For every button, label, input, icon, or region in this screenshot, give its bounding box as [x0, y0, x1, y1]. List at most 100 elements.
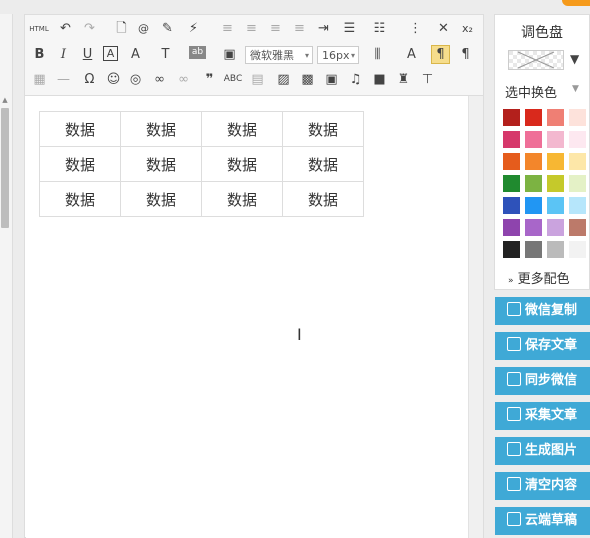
color-swatch[interactable] [503, 175, 520, 192]
underline-icon[interactable]: U [79, 46, 96, 63]
more-colors-link[interactable]: » 更多配色 [508, 268, 570, 287]
color-swatch[interactable] [503, 197, 520, 214]
indent-icon[interactable]: ⇥ [315, 20, 332, 37]
subscript-icon[interactable]: x₂ [459, 20, 476, 37]
color-swatch[interactable] [547, 219, 564, 236]
action-button[interactable]: 采集文章 [495, 402, 590, 430]
table-icon[interactable]: ▦ [31, 71, 48, 88]
color-swatch[interactable] [525, 109, 542, 126]
action-button[interactable]: 生成图片 [495, 437, 590, 465]
gallery-icon[interactable]: ▣ [323, 71, 340, 88]
stamp-icon[interactable]: ♜ [395, 71, 412, 88]
multi-image-icon[interactable]: ▩ [299, 71, 316, 88]
table-cell[interactable]: 数据 [201, 111, 283, 147]
color-swatch[interactable] [569, 153, 586, 170]
template-icon[interactable]: ▤ [249, 71, 266, 88]
align-left-icon[interactable]: ≡ [219, 20, 236, 37]
color-swatch[interactable] [503, 219, 520, 236]
swap-color-dropdown-icon[interactable]: ▼ [572, 84, 579, 94]
table-cell[interactable]: 数据 [120, 181, 202, 217]
color-swatch[interactable] [547, 197, 564, 214]
list-icon[interactable]: ⋮ [407, 20, 424, 37]
color-swatch[interactable] [503, 153, 520, 170]
action-button[interactable]: 保存文章 [495, 332, 590, 360]
color-swatch[interactable] [503, 109, 520, 126]
bold-icon[interactable]: B [31, 46, 48, 63]
color-swatch[interactable] [547, 109, 564, 126]
action-button[interactable]: 清空内容 [495, 472, 590, 500]
border-text-icon[interactable]: A [103, 46, 118, 61]
color-swatch[interactable] [547, 131, 564, 148]
highlight-icon[interactable]: ab [189, 46, 206, 59]
clear-format-icon[interactable]: ✕ [435, 20, 452, 37]
color-swatch[interactable] [569, 109, 586, 126]
unlink-icon[interactable]: ∞ [175, 71, 192, 88]
color-swatch[interactable] [525, 219, 542, 236]
html-source-button[interactable]: HTML [29, 21, 49, 38]
magic-wand-icon[interactable]: ⚡ [185, 20, 202, 37]
action-button[interactable]: 云端草稿 [495, 507, 590, 535]
editor-content-area[interactable]: 数据 数据 数据 数据 数据 数据 数据 数据 数据 数据 数据 数据 [26, 96, 468, 538]
color-swatch[interactable] [569, 131, 586, 148]
table-cell[interactable]: 数据 [120, 146, 202, 182]
color-swatch[interactable] [569, 219, 586, 236]
align-center-icon[interactable]: ≡ [243, 20, 260, 37]
color-swatch[interactable] [525, 197, 542, 214]
quote-icon[interactable]: ❞ [201, 71, 218, 88]
color-swatch[interactable] [569, 241, 586, 258]
action-button[interactable]: 微信复制 [495, 297, 590, 325]
text-transform-icon[interactable]: T [157, 46, 174, 63]
video-icon[interactable]: ■ [371, 71, 388, 88]
table-cell[interactable]: 数据 [39, 181, 121, 217]
table-cell[interactable]: 数据 [282, 181, 364, 217]
left-scroll-up-icon[interactable]: ▲ [1, 96, 9, 104]
at-icon[interactable]: @ [135, 20, 152, 37]
color-swatch[interactable] [547, 241, 564, 258]
table-cell[interactable]: 数据 [282, 111, 364, 147]
align-right-icon[interactable]: ≡ [267, 20, 284, 37]
sign-icon[interactable]: ⊤ [419, 71, 436, 88]
color-swatch[interactable] [525, 241, 542, 258]
color-swatch[interactable] [547, 175, 564, 192]
color-swatch[interactable] [547, 153, 564, 170]
line-height-icon[interactable]: ☰ [341, 20, 358, 37]
table-cell[interactable]: 数据 [39, 111, 121, 147]
action-button[interactable]: 同步微信 [495, 367, 590, 395]
left-scrollbar-thumb[interactable] [1, 108, 9, 228]
top-orange-tab[interactable] [562, 0, 590, 6]
table-cell[interactable]: 数据 [120, 111, 202, 147]
color-swatch[interactable] [569, 197, 586, 214]
table-cell[interactable]: 数据 [201, 146, 283, 182]
paragraph-spacing-icon[interactable]: ☷ [371, 20, 388, 37]
italic-icon[interactable]: I [55, 46, 72, 63]
no-color-dropdown-icon[interactable]: ▼ [570, 52, 579, 66]
anchor-icon[interactable]: ◎ [127, 71, 144, 88]
editor-scrollbar[interactable] [468, 96, 483, 538]
color-swatch[interactable] [525, 131, 542, 148]
undo-icon[interactable]: ↶ [57, 20, 74, 37]
font-color-icon[interactable]: A [127, 46, 144, 63]
color-swatch[interactable] [503, 131, 520, 148]
table-cell[interactable]: 数据 [39, 146, 121, 182]
color-swatch[interactable] [503, 241, 520, 258]
emoji-icon[interactable]: ☺ [105, 71, 122, 88]
image-icon[interactable]: ▣ [221, 46, 238, 63]
font-size-adjust-icon[interactable]: A [403, 46, 420, 63]
letter-spacing-icon[interactable]: ⫼ [369, 46, 386, 63]
font-size-select[interactable]: 16px ▾ [317, 46, 359, 64]
table-cell[interactable]: 数据 [201, 181, 283, 217]
color-swatch[interactable] [569, 175, 586, 192]
spellcheck-icon[interactable]: ABC [223, 71, 243, 88]
horizontal-rule-icon[interactable]: — [55, 71, 72, 88]
rtl-paragraph-icon[interactable]: ¶ [457, 46, 474, 63]
color-swatch[interactable] [525, 153, 542, 170]
content-table[interactable]: 数据 数据 数据 数据 数据 数据 数据 数据 数据 数据 数据 数据 [39, 111, 364, 217]
color-swatch[interactable] [525, 175, 542, 192]
omega-icon[interactable]: Ω [81, 71, 98, 88]
align-justify-icon[interactable]: ≡ [291, 20, 308, 37]
font-family-select[interactable]: 微软雅黑 ▾ [245, 46, 313, 64]
ltr-paragraph-icon[interactable]: ¶ [431, 45, 450, 64]
insert-image-icon[interactable]: ▨ [275, 71, 292, 88]
redo-icon[interactable]: ↷ [81, 20, 98, 37]
format-painter-icon[interactable]: ✎ [159, 20, 176, 37]
